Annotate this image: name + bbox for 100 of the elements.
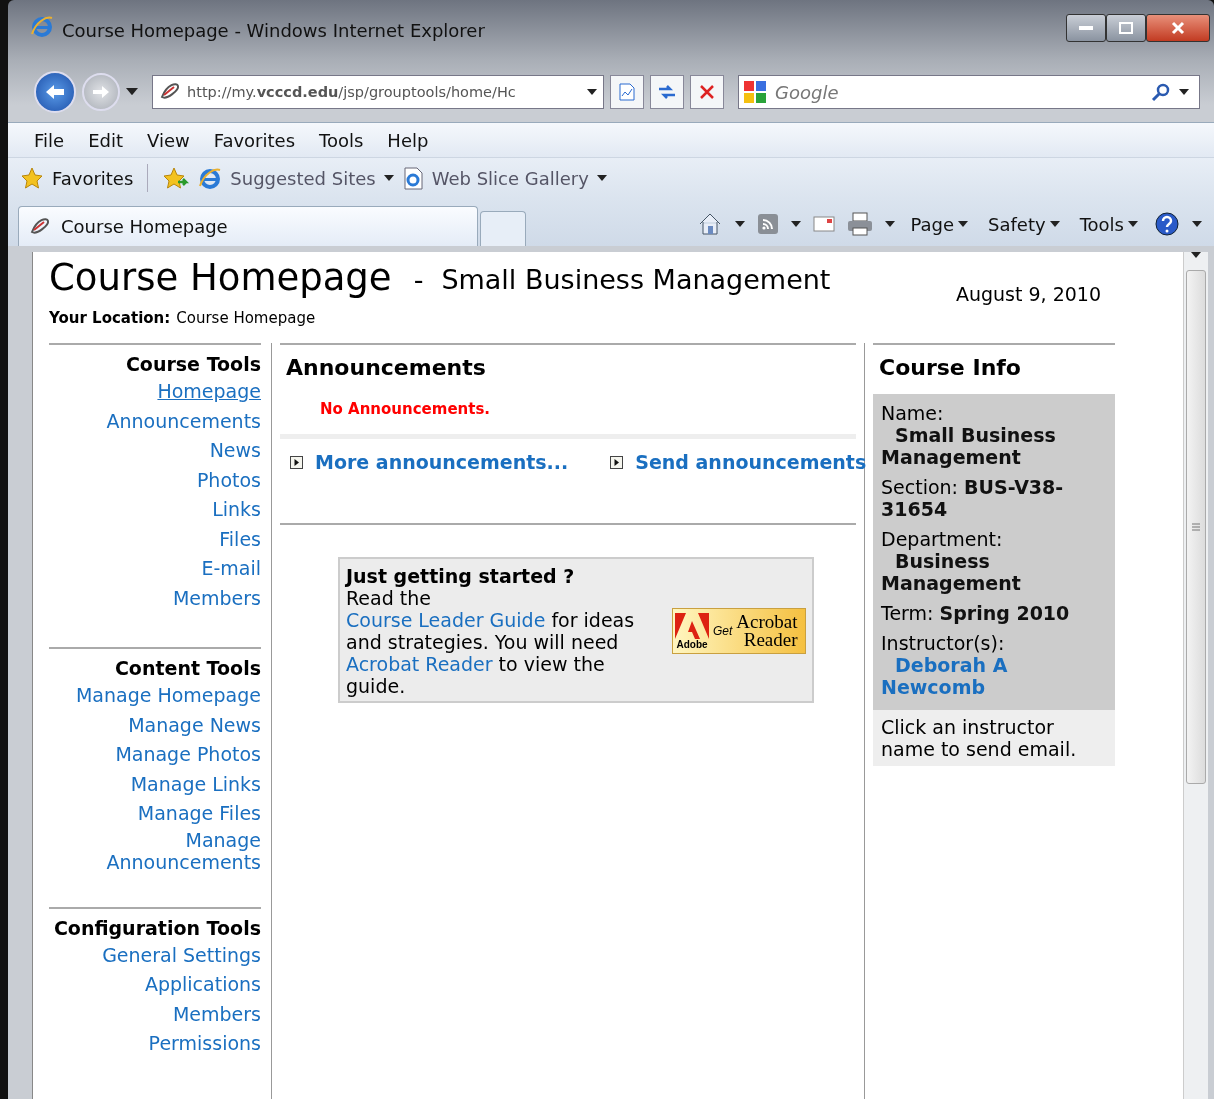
help-paragraph: Read the Course Leader Guide for ideas and strategies. You will need Acrobat Reader to view the guide. (346, 587, 636, 697)
sidebar-link[interactable]: Links (212, 495, 261, 525)
minimize-icon (1079, 26, 1093, 30)
panel-heading: Just getting started ? (346, 565, 576, 587)
caret-icon (1191, 252, 1201, 258)
info-field: Term: Spring 2010 (881, 602, 1107, 624)
minimize-button[interactable] (1066, 14, 1106, 42)
note-text: Click an instructor name to send email. (873, 710, 1115, 766)
back-button[interactable] (34, 71, 76, 113)
favorites-star-icon[interactable] (20, 166, 44, 190)
menu-item[interactable]: Help (375, 129, 441, 151)
sidebar-heading: Configuration Tools (53, 916, 261, 939)
location-text: Course Homepage (176, 309, 316, 327)
search-field[interactable]: Google (738, 75, 1200, 109)
add-favorites-icon[interactable] (162, 166, 191, 190)
section-heading: Announcements (286, 355, 487, 380)
maximize-icon (1119, 22, 1133, 34)
favorites-link[interactable]: Suggested Sites (230, 167, 376, 189)
close-button[interactable] (1146, 14, 1210, 42)
help-icon[interactable] (1154, 211, 1180, 237)
caret-icon (1179, 89, 1189, 95)
sidebar-link[interactable]: Permissions (148, 1029, 261, 1059)
refresh-button[interactable] (650, 75, 684, 109)
menu-item[interactable]: File (22, 129, 77, 151)
back-arrow-icon (44, 83, 66, 101)
sidebar-link[interactable]: Manage News (128, 710, 261, 740)
sidebar-heading: Content Tools (114, 657, 261, 679)
sidebar-link[interactable]: General Settings (102, 940, 261, 970)
menu-item[interactable]: Favorites (201, 129, 307, 151)
page-link-icon (159, 82, 181, 102)
grip-icon (1192, 523, 1200, 531)
location-label: Your Location: (49, 309, 171, 327)
field-value: Small Business Management (881, 424, 1057, 468)
sidebar-link[interactable]: Applications (144, 970, 261, 1000)
page-link-icon (29, 216, 51, 237)
menu-item[interactable]: Edit (76, 129, 135, 151)
window-title: Course Homepage - Windows Internet Explorer (62, 20, 485, 41)
refresh-icon (657, 83, 677, 101)
title-separator: - (413, 264, 424, 295)
sidebar-link[interactable]: Manage Photos (115, 740, 261, 770)
sidebar-link[interactable]: Announcements (106, 406, 261, 436)
command-button[interactable]: Page (906, 213, 973, 235)
field-label: Name: (881, 402, 944, 424)
page-title: Course Homepage (49, 256, 392, 299)
sidebar-link[interactable]: Homepage (157, 377, 261, 407)
caret-icon (734, 221, 745, 227)
menu-item[interactable]: View (135, 129, 202, 151)
section-heading: Course Info (879, 355, 1022, 380)
close-icon (1171, 21, 1185, 35)
caret-icon (1128, 221, 1138, 227)
empty-message: No Announcements. (320, 400, 492, 418)
sidebar-link[interactable]: Photos (196, 465, 261, 495)
address-field[interactable]: http://my.vcccd.edu/jsp/grouptools/home/Hc (152, 75, 604, 109)
ie-logo-icon (30, 14, 54, 38)
announcement-link[interactable]: More announcements... (290, 451, 569, 473)
caret-icon (884, 221, 895, 227)
caret-icon (790, 221, 801, 227)
command-button[interactable]: Tools (1075, 213, 1142, 235)
sidebar-link[interactable]: News (209, 436, 261, 466)
sidebar-link[interactable]: E-mail (201, 554, 261, 584)
caret-icon (596, 175, 607, 181)
caret-icon (126, 88, 138, 96)
guide-link[interactable]: Course Leader Guide (346, 609, 546, 631)
sidebar-link[interactable]: Files (219, 524, 261, 554)
compatibility-button[interactable] (610, 75, 644, 109)
command-button[interactable]: Safety (984, 213, 1064, 235)
sidebar-link[interactable]: Manage Homepage (75, 681, 261, 711)
course-name: Small Business Management (441, 264, 831, 295)
maximize-button[interactable] (1106, 14, 1146, 42)
announcement-link[interactable]: Send announcements (610, 451, 867, 473)
page-chart-icon (617, 82, 637, 102)
caret-icon (1192, 221, 1202, 227)
field-value: Business Management (881, 550, 1022, 594)
sidebar-link[interactable]: Manage Files (137, 799, 261, 829)
stop-button[interactable] (690, 75, 724, 109)
caret-icon (587, 89, 597, 95)
feed-icon[interactable] (756, 213, 779, 235)
sidebar-link[interactable]: Manage Announcements (49, 828, 261, 873)
stop-icon (699, 84, 715, 100)
search-provider-icon (743, 80, 767, 104)
favorites-button[interactable]: Favorites (52, 167, 134, 189)
caret-icon (383, 175, 394, 181)
search-icon[interactable] (1151, 82, 1171, 102)
browser-tab[interactable]: Course Homepage (18, 206, 478, 246)
forward-arrow-icon (91, 84, 111, 100)
guide-link[interactable]: Acrobat Reader (346, 653, 493, 675)
sidebar-link[interactable]: Manage Links (130, 769, 261, 799)
sidebar-link[interactable]: Members (172, 583, 261, 613)
sidebar-link[interactable]: Members (172, 999, 261, 1029)
sidebar-heading: Course Tools (125, 353, 261, 375)
favorites-link[interactable]: Web Slice Gallery (431, 167, 589, 189)
scrollbar[interactable] (1183, 252, 1208, 1099)
instructor-link[interactable]: Deborah A Newcomb (881, 654, 1107, 698)
print-icon[interactable] (846, 212, 873, 236)
menu-item[interactable]: Tools (307, 129, 376, 151)
ie-logo-icon (198, 166, 223, 190)
mail-icon[interactable] (812, 216, 835, 232)
caret-icon (1049, 221, 1060, 227)
web-slice-icon (401, 166, 424, 190)
field-label: Department: (881, 528, 1003, 550)
